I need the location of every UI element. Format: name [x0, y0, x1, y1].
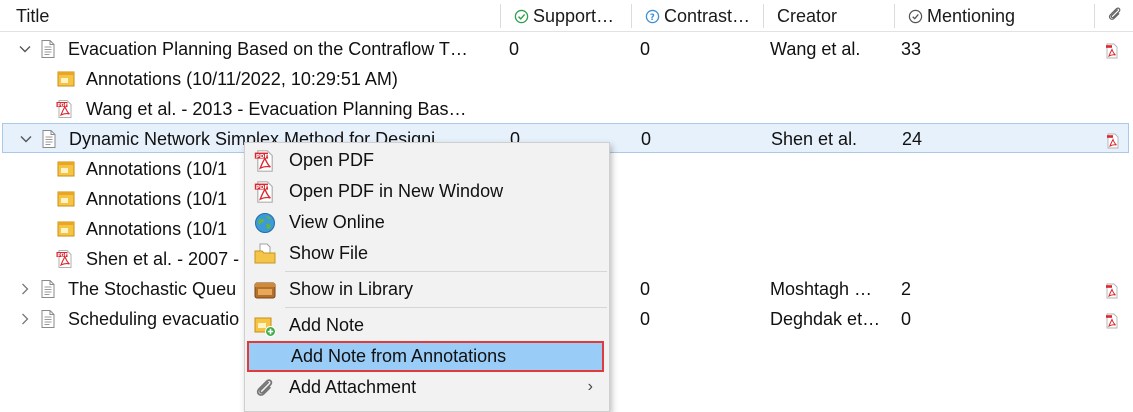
column-divider[interactable] [1094, 4, 1095, 28]
menu-item-label: Show File [289, 243, 369, 263]
annotation-note-icon [56, 189, 76, 209]
pdf-attachment-icon[interactable] [1104, 313, 1120, 329]
pdf-icon [55, 99, 75, 119]
column-creator[interactable]: Creator [771, 0, 895, 32]
menu-item-label: Show in Library [289, 279, 414, 299]
globe-icon [255, 213, 275, 233]
column-mentioning[interactable]: Mentioning [902, 0, 1092, 32]
item-title: Shen et al. - 2007 - [86, 248, 240, 269]
annotation-note-icon [56, 219, 76, 239]
item-mentioning: 0 [901, 308, 912, 329]
item-contrasting: 0 [640, 38, 651, 59]
annotation-note-icon [56, 69, 76, 89]
document-icon [38, 39, 58, 59]
column-divider[interactable] [631, 4, 632, 28]
menu-item-add-note-from-annotations[interactable]: Add Note from Annotations [247, 341, 604, 372]
pdf-attachment-icon[interactable] [1104, 43, 1120, 59]
column-attachments[interactable] [1100, 0, 1132, 32]
pdf-attachment-icon[interactable] [1104, 283, 1120, 299]
document-icon [39, 129, 59, 149]
question-circle-icon: ? [645, 9, 660, 24]
context-menu: Open PDF Open PDF in New Window View Onl… [244, 142, 610, 412]
item-mentioning: 2 [901, 278, 912, 299]
chevron-down-icon[interactable] [17, 41, 33, 57]
annotation-note-icon [56, 159, 76, 179]
menu-item-open-pdf[interactable]: Open PDF [245, 145, 609, 176]
column-divider[interactable] [894, 4, 895, 28]
item-creator: Wang et al. [770, 38, 861, 59]
item-title: Evacuation Planning Based on the Contraf… [68, 38, 468, 59]
item-title: Annotations (10/1 [86, 158, 228, 179]
item-title: The Stochastic Queu [68, 278, 237, 299]
item-title: Annotations (10/1 [86, 188, 228, 209]
item-mentioning: 24 [902, 128, 923, 149]
chevron-right-icon: › [587, 378, 593, 395]
column-contrasting[interactable]: ? Contrast… [639, 0, 763, 32]
menu-item-show-in-library[interactable]: Show in Library [245, 274, 609, 305]
menu-item-label: Open PDF in New Window [289, 181, 504, 201]
column-supporting[interactable]: Support… [508, 0, 632, 32]
column-divider[interactable] [763, 4, 764, 28]
chevron-down-icon[interactable] [18, 131, 34, 147]
column-supporting-label: Support… [533, 5, 615, 26]
menu-item-label: Add Attachment [289, 377, 417, 397]
column-header: Title Support… ? Contrast… Creator Menti… [0, 0, 1133, 32]
item-creator: Shen et al. [771, 128, 858, 149]
pdf-icon [253, 180, 277, 204]
item-creator: Deghdak et… [770, 308, 881, 329]
paperclip-icon [1106, 5, 1124, 28]
pdf-icon [253, 149, 277, 173]
menu-item-label: Open PDF [289, 150, 375, 170]
table-row[interactable]: Annotations (10/11/2022, 10:29:51 AM) [0, 64, 1133, 94]
menu-item-add-note[interactable]: Add Note [245, 310, 609, 341]
pdf-icon [55, 249, 75, 269]
menu-separator [285, 271, 607, 272]
table-row[interactable]: Evacuation Planning Based on the Contraf… [0, 34, 1133, 64]
column-divider[interactable] [500, 4, 501, 28]
item-contrasting: 0 [640, 278, 651, 299]
chevron-right-icon[interactable] [17, 311, 33, 327]
library-icon [254, 282, 276, 299]
item-title: Annotations (10/1 [86, 218, 228, 239]
item-title: Annotations (10/11/2022, 10:29:51 AM) [86, 68, 398, 89]
folder-file-icon [254, 243, 276, 264]
menu-item-label: Add Note [289, 315, 365, 335]
item-creator: Moshtagh … [770, 278, 873, 299]
item-supporting: 0 [509, 38, 520, 59]
document-icon [38, 309, 58, 329]
column-title-label: Title [16, 5, 50, 26]
menu-item-label: Add Note from Annotations [291, 346, 507, 366]
table-row[interactable]: Wang et al. - 2013 - Evacuation Planning… [0, 94, 1133, 124]
item-mentioning: 33 [901, 38, 922, 59]
column-mentioning-label: Mentioning [927, 5, 1016, 26]
menu-item-label: View Online [289, 212, 385, 232]
check-circle-icon [514, 9, 529, 24]
add-note-icon [254, 317, 276, 337]
item-title: Scheduling evacuatio [68, 308, 240, 329]
column-creator-label: Creator [777, 5, 838, 26]
column-title[interactable]: Title [10, 0, 500, 32]
column-contrasting-label: Contrast… [664, 5, 751, 26]
menu-item-open-pdf-new-window[interactable]: Open PDF in New Window [245, 176, 609, 207]
slash-circle-icon [908, 9, 923, 24]
chevron-right-icon[interactable] [17, 281, 33, 297]
item-contrasting: 0 [640, 308, 651, 329]
menu-separator [285, 307, 607, 308]
menu-item-add-attachment[interactable]: Add Attachment › [245, 372, 609, 403]
svg-text:?: ? [650, 11, 655, 21]
item-title: Wang et al. - 2013 - Evacuation Planning… [86, 98, 467, 119]
menu-item-view-online[interactable]: View Online [245, 207, 609, 238]
document-icon [38, 279, 58, 299]
pdf-attachment-icon[interactable] [1105, 133, 1121, 149]
menu-item-show-file[interactable]: Show File [245, 238, 609, 269]
item-contrasting: 0 [641, 128, 652, 149]
paperclip-icon [256, 379, 273, 396]
